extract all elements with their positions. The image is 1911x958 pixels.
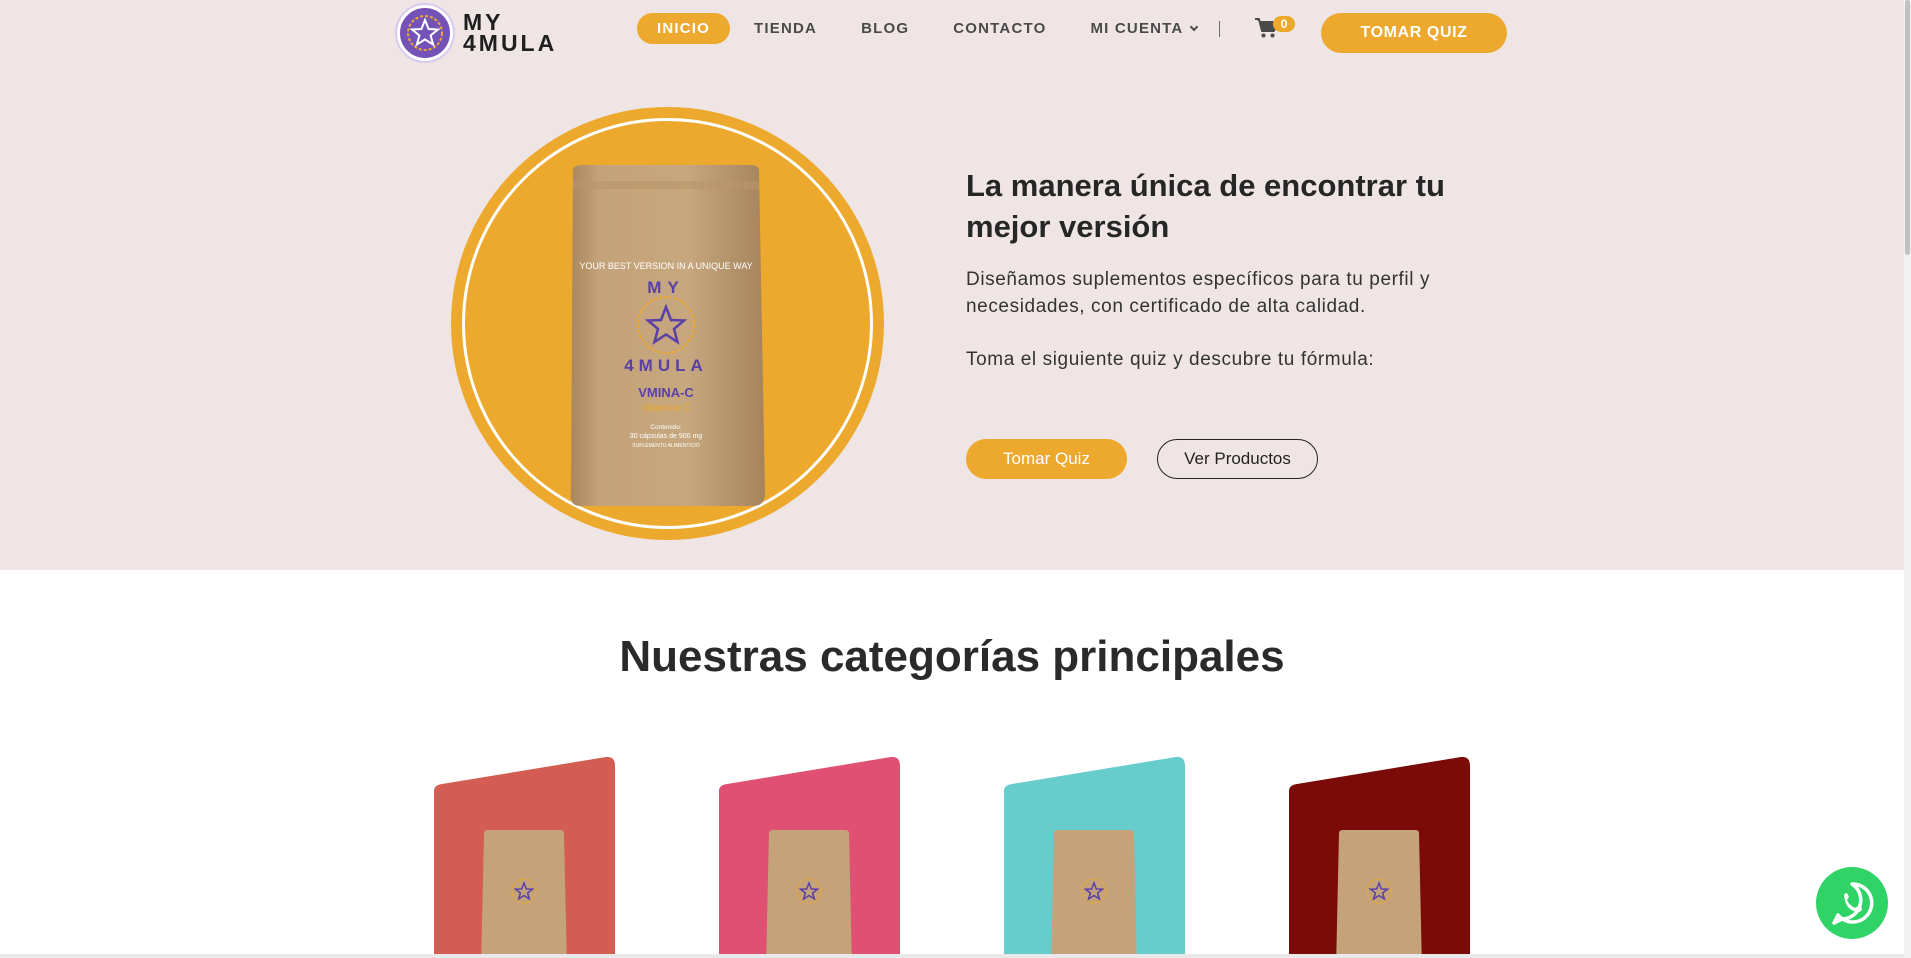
chevron-down-icon bbox=[1190, 22, 1199, 32]
nav-contacto[interactable]: CONTACTO bbox=[931, 13, 1068, 44]
hero-circle: YOUR BEST VERSION IN A UNIQUE WAY MY 4MU… bbox=[451, 107, 884, 540]
category-card[interactable] bbox=[1289, 757, 1470, 958]
category-product-image bbox=[481, 830, 567, 958]
nav-divider bbox=[1219, 20, 1221, 37]
nav-tienda[interactable]: TIENDA bbox=[732, 13, 839, 44]
hero-subtext: Toma el siguiente quiz y descubre tu fór… bbox=[966, 349, 1375, 370]
pouch-product-subname: Vitamina C bbox=[642, 403, 691, 414]
nav-mi-cuenta-label: MI CUENTA bbox=[1090, 20, 1184, 37]
category-card[interactable] bbox=[434, 757, 615, 958]
pouch-product-name: VMINA-C bbox=[638, 385, 694, 400]
pouch-contents-label: Contenido: bbox=[650, 424, 682, 431]
hero-section: YOUR BEST VERSION IN A UNIQUE WAY MY 4MU… bbox=[0, 70, 1904, 570]
nav-blog[interactable]: BLOG bbox=[839, 13, 931, 44]
brand-logo[interactable]: MY 4MULA bbox=[397, 5, 557, 61]
product-pouch-image: YOUR BEST VERSION IN A UNIQUE WAY MY 4MU… bbox=[570, 165, 765, 506]
categories-title: Nuestras categorías principales bbox=[619, 632, 1285, 681]
nav-mi-cuenta[interactable]: MI CUENTA bbox=[1068, 13, 1219, 44]
pouch-type: SUPLEMENTO ALIMENTICIO bbox=[632, 443, 700, 449]
vertical-scrollbar[interactable] bbox=[1904, 0, 1911, 958]
category-product-image bbox=[766, 830, 852, 958]
nav-inicio[interactable]: INICIO bbox=[637, 13, 731, 44]
horizontal-scrollbar[interactable] bbox=[0, 954, 1904, 958]
cart-count-badge: 0 bbox=[1273, 16, 1295, 32]
cart-button[interactable]: 0 bbox=[1254, 15, 1300, 41]
hero-description: Diseñamos suplementos específicos para t… bbox=[966, 269, 1431, 317]
category-product-image bbox=[1051, 830, 1137, 958]
logo-text: MY 4MULA bbox=[463, 11, 558, 56]
category-card[interactable] bbox=[719, 757, 900, 958]
view-products-button[interactable]: Ver Productos bbox=[1157, 439, 1318, 479]
whatsapp-icon bbox=[1832, 882, 1874, 925]
site-header: MY 4MULA INICIO TIENDA BLOG CONTACTO MI … bbox=[0, 0, 1904, 70]
pouch-contents: 30 cápsulas de 900 mg bbox=[630, 433, 702, 440]
pouch-brand-top: MY bbox=[647, 278, 685, 297]
take-quiz-button[interactable]: Tomar Quiz bbox=[966, 439, 1127, 479]
pouch-brand-bottom: 4MULA bbox=[624, 356, 708, 375]
logo-line-2: 4MULA bbox=[463, 30, 558, 56]
logo-star-icon bbox=[397, 5, 453, 61]
whatsapp-button[interactable] bbox=[1816, 867, 1888, 939]
main-nav: INICIO TIENDA BLOG CONTACTO MI CUENTA bbox=[637, 13, 1221, 44]
category-product-image bbox=[1336, 830, 1422, 958]
category-card[interactable] bbox=[1004, 757, 1185, 958]
hero-title: La manera única de encontrar tu mejor ve… bbox=[966, 168, 1445, 244]
pouch-tagline: YOUR BEST VERSION IN A UNIQUE WAY bbox=[579, 261, 752, 271]
header-quiz-button[interactable]: TOMAR QUIZ bbox=[1321, 13, 1507, 53]
scrollbar-thumb[interactable] bbox=[1905, 0, 1910, 255]
